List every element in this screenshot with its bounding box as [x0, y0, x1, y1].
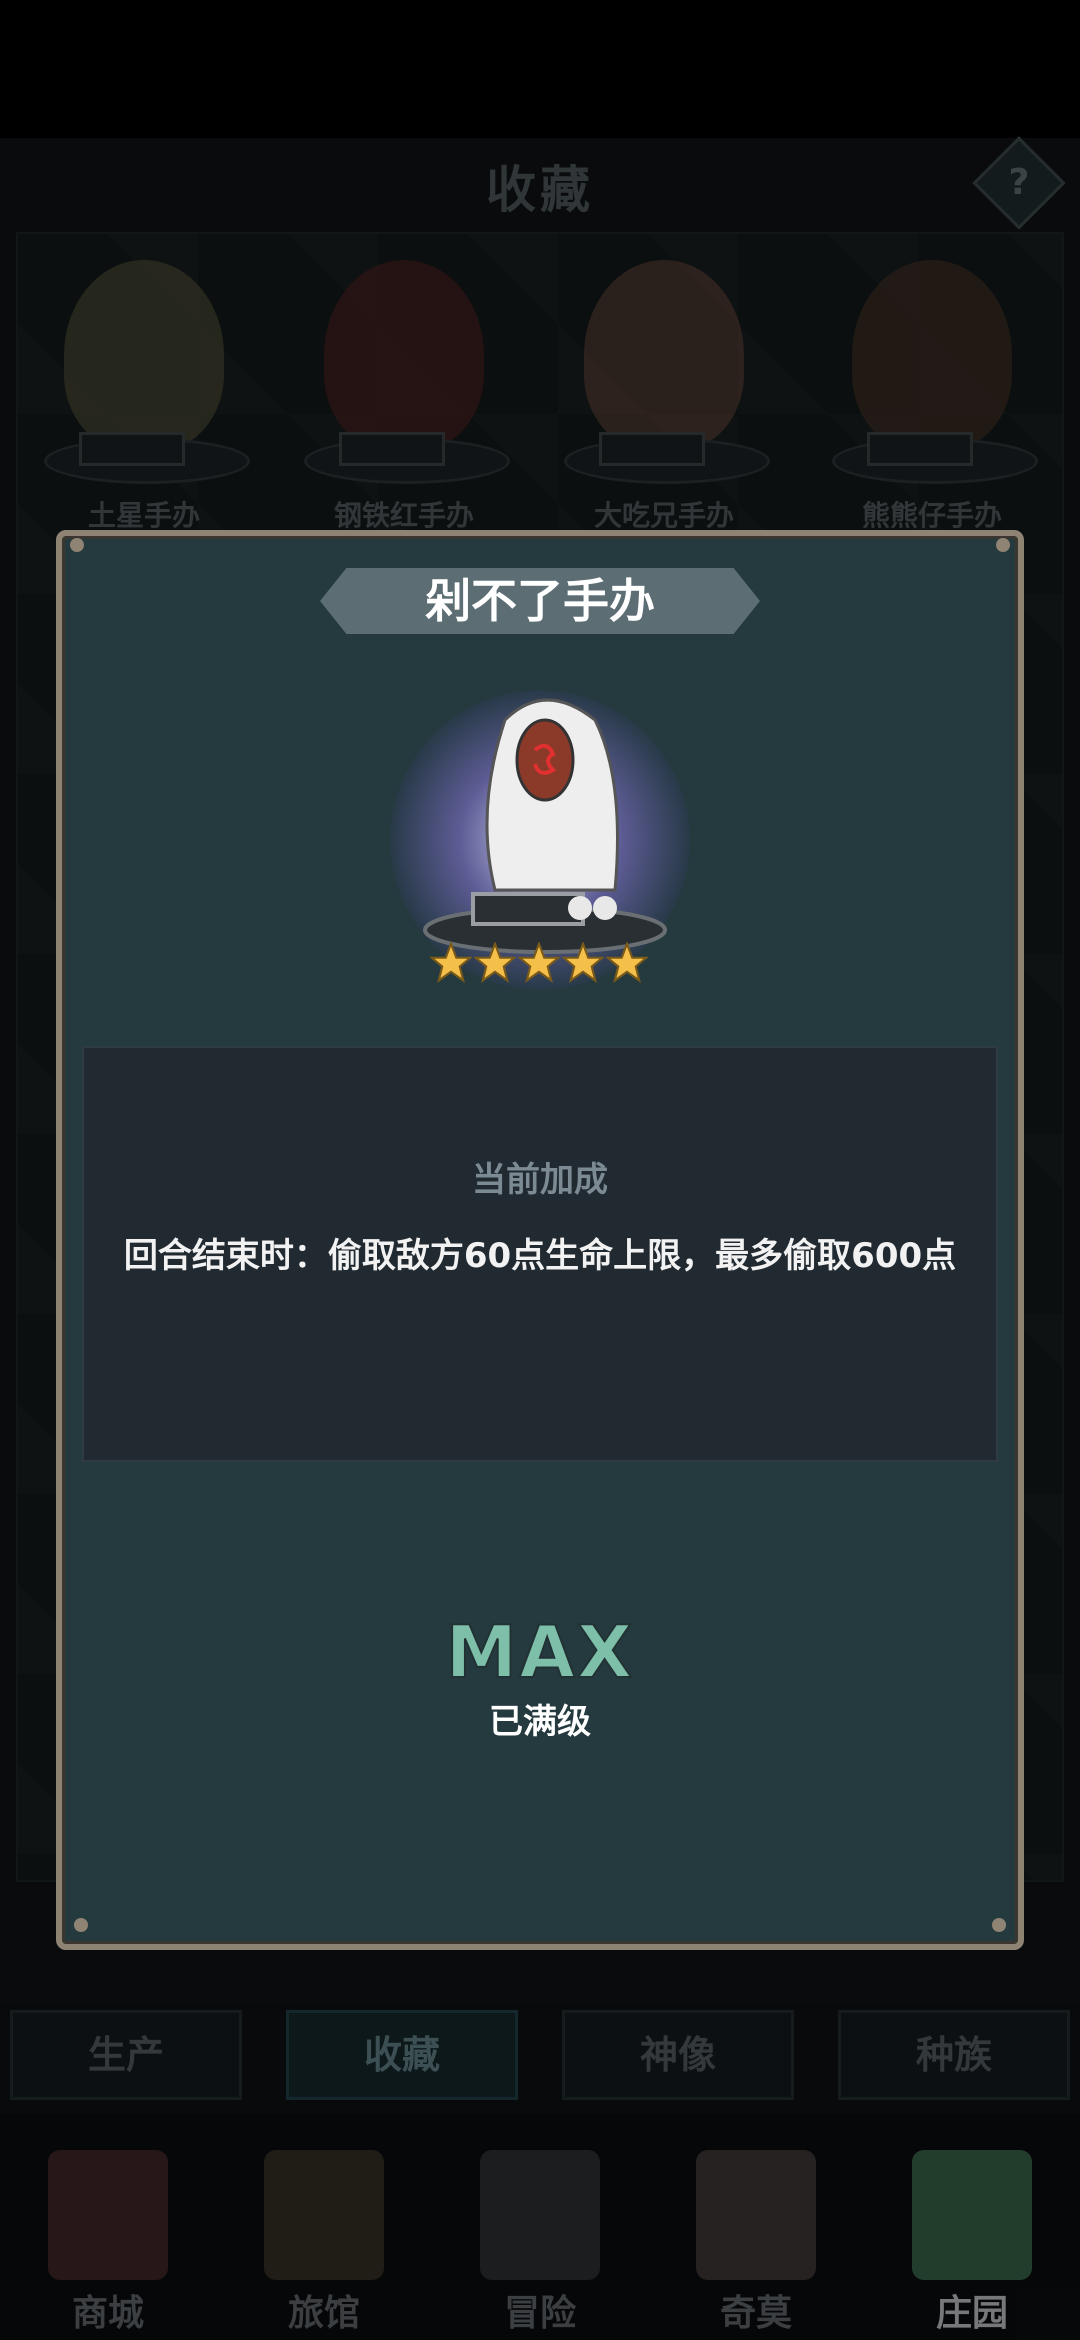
max-level-label: MAX	[445, 1609, 635, 1695]
status-bar	[0, 0, 1080, 138]
corner-ornament	[70, 538, 84, 552]
ghost-figure-icon	[423, 698, 667, 954]
star-icon	[474, 942, 516, 984]
max-level-subtitle: 已满级	[489, 1702, 591, 1742]
corner-ornament	[992, 1918, 1006, 1932]
star-icon	[562, 942, 604, 984]
corner-ornament	[74, 1918, 88, 1932]
bonus-description: 回合结束时：偷取敌方60点生命上限，最多偷取600点	[123, 1236, 957, 1276]
star-icon	[606, 942, 648, 984]
star-rating	[430, 942, 650, 988]
bonus-title: 当前加成	[472, 1160, 608, 1200]
modal-title: 剁不了手办	[425, 574, 655, 628]
star-icon	[430, 942, 472, 984]
corner-ornament	[996, 538, 1010, 552]
star-icon	[518, 942, 560, 984]
